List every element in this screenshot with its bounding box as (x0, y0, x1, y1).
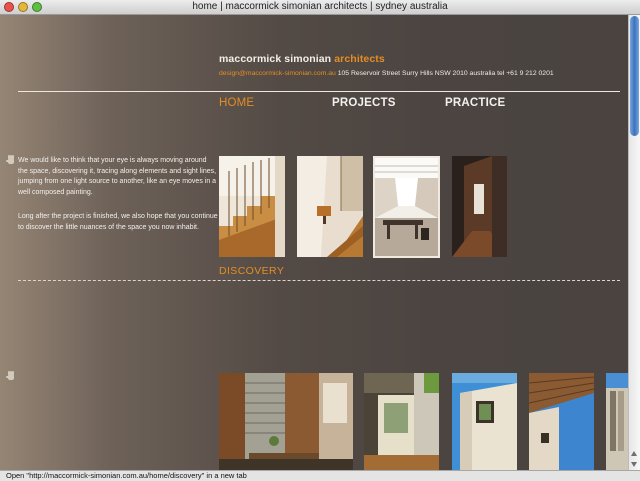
nav-home-link[interactable]: HOME (219, 97, 254, 109)
section-divider (18, 280, 620, 281)
intro-paragraph-1: We would like to think that your eye is … (18, 157, 217, 196)
window-title: home | maccormick simonian architects | … (192, 1, 448, 12)
status-text: Open "http://maccormick-simonian.com.au/… (6, 471, 247, 480)
photo-partial-facade[interactable] (606, 373, 628, 470)
photo-timber-eave[interactable] (529, 373, 594, 470)
hand-pointer-icon (6, 155, 16, 165)
nav-projects-link[interactable]: PROJECTS (332, 97, 396, 109)
brand-title[interactable]: maccormick simonian architects (219, 53, 385, 65)
photo-white-wall-window[interactable] (452, 373, 517, 470)
scroll-up-icon[interactable] (631, 451, 637, 456)
photo-hallway[interactable] (452, 156, 507, 257)
discovery-heading[interactable]: DISCOVERY (219, 265, 284, 277)
photo-staircase[interactable] (219, 156, 285, 257)
vertical-scrollbar[interactable] (628, 15, 640, 470)
contact-line: design@maccormick-simonian.com.au 105 Re… (219, 70, 554, 77)
photo-courtyard-house[interactable] (219, 373, 353, 470)
nav-practice-link[interactable]: PRACTICE (445, 97, 505, 109)
close-window-button[interactable] (4, 2, 14, 12)
scroll-arrows[interactable] (629, 448, 640, 470)
address-text: 105 Reservoir Street Surry Hills NSW 201… (337, 70, 554, 77)
brand-suffix: architects (334, 53, 385, 65)
page-viewport: maccormick simonian architects design@ma… (0, 15, 628, 470)
header-divider (18, 91, 620, 92)
zoom-window-button[interactable] (32, 2, 42, 12)
scroll-down-icon[interactable] (631, 462, 637, 467)
intro-paragraph-2: Long after the project is finished, we a… (18, 213, 218, 231)
brand-name: maccormick simonian (219, 53, 332, 65)
window-titlebar: home | maccormick simonian architects | … (0, 0, 640, 15)
photo-study-room-selected[interactable] (373, 156, 440, 258)
photo-interior-stair[interactable] (297, 156, 363, 257)
photo-open-doorway[interactable] (364, 373, 439, 470)
window-controls (4, 2, 42, 12)
scrollbar-thumb[interactable] (630, 16, 639, 136)
hand-pointer-icon (6, 371, 16, 381)
email-link[interactable]: design@maccormick-simonian.com.au (219, 70, 336, 77)
minimize-window-button[interactable] (18, 2, 28, 12)
status-bar: Open "http://maccormick-simonian.com.au/… (0, 470, 640, 481)
